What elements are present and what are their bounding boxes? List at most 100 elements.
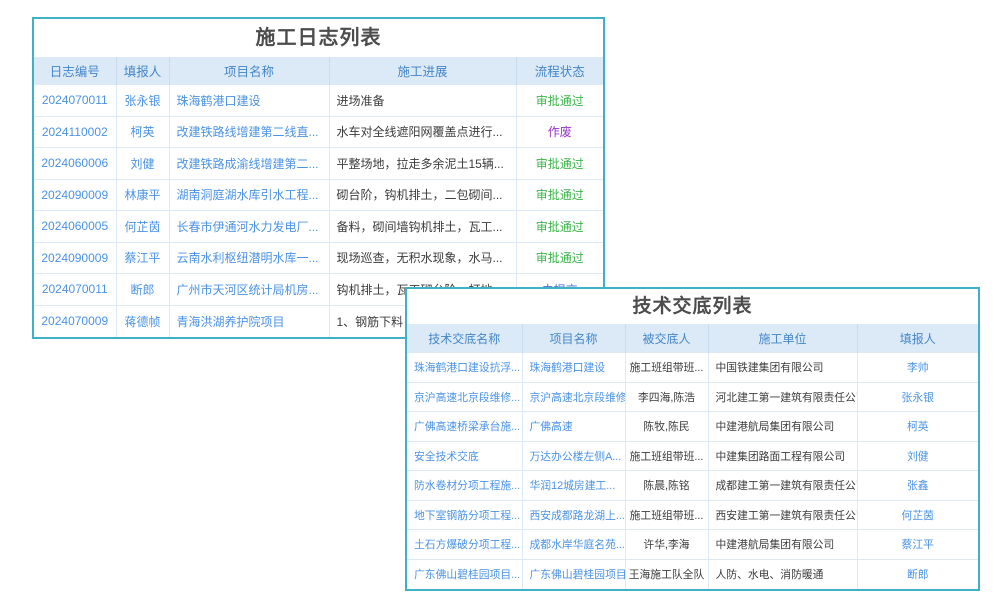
briefed-person-text: 施工班组带班... (625, 353, 708, 383)
progress-text: 进场准备 (329, 85, 516, 117)
disclosure-name-link[interactable]: 珠海鹤港口建设抗浮... (407, 353, 522, 383)
status-badge: 审批通过 (516, 242, 603, 274)
reporter-link[interactable]: 蔡江平 (857, 530, 978, 560)
briefed-person-text: 施工班组带班... (625, 441, 708, 471)
disclosure-name-link[interactable]: 广佛高速桥梁承台施... (407, 412, 522, 442)
project-name-link[interactable]: 改建铁路线增建第二线直... (169, 116, 329, 148)
reporter-link[interactable]: 断郎 (116, 274, 169, 306)
log-id-link[interactable]: 2024070009 (34, 305, 116, 337)
briefed-person-text: 王海施工队全队 (625, 559, 708, 589)
log-id-link[interactable]: 2024070011 (34, 85, 116, 117)
disclosure-name-link[interactable]: 土石方爆破分项工程... (407, 530, 522, 560)
table-row: 2024060005何芷茵长春市伊通河水力发电厂...备料，砌间墙钩机排土，瓦工… (34, 211, 603, 243)
table-header-row: 日志编号 填报人 项目名称 施工进展 流程状态 (34, 57, 603, 85)
project-name-link[interactable]: 珠海鹤港口建设 (522, 353, 625, 383)
progress-text: 备料，砌间墙钩机排土，瓦工... (329, 211, 516, 243)
reporter-link[interactable]: 李帅 (857, 353, 978, 383)
table-row: 广东佛山碧桂园项目...广东佛山碧桂园项目王海施工队全队人防、水电、消防暖通断郎 (407, 559, 978, 589)
project-name-link[interactable]: 华润12城房建工... (522, 471, 625, 501)
project-name-link[interactable]: 珠海鹤港口建设 (169, 85, 329, 117)
briefed-person-text: 施工班组带班... (625, 500, 708, 530)
project-name-link[interactable]: 京沪高速北京段维修 (522, 382, 625, 412)
table-row: 广佛高速桥梁承台施...广佛高速陈牧,陈民中建港航局集团有限公司柯英 (407, 412, 978, 442)
project-name-link[interactable]: 广东佛山碧桂园项目 (522, 559, 625, 589)
project-name-link[interactable]: 云南水利枢纽潜明水库一... (169, 242, 329, 274)
log-id-link[interactable]: 2024090009 (34, 179, 116, 211)
reporter-link[interactable]: 刘健 (116, 148, 169, 180)
column-header-project-name: 项目名称 (522, 324, 625, 353)
project-name-link[interactable]: 广佛高速 (522, 412, 625, 442)
panel-title: 施工日志列表 (34, 19, 603, 57)
reporter-link[interactable]: 柯英 (116, 116, 169, 148)
briefed-person-text: 李四海,陈浩 (625, 382, 708, 412)
disclosure-name-link[interactable]: 地下室钢筋分项工程... (407, 500, 522, 530)
column-header-status: 流程状态 (516, 57, 603, 85)
construction-unit-text: 河北建工第一建筑有限责任公司 (708, 382, 857, 412)
status-badge: 审批通过 (516, 148, 603, 180)
construction-unit-text: 中建集团路面工程有限公司 (708, 441, 857, 471)
briefed-person-text: 陈晨,陈铭 (625, 471, 708, 501)
tech-disclosure-table: 技术交底名称 项目名称 被交底人 施工单位 填报人 珠海鹤港口建设抗浮...珠海… (407, 324, 978, 589)
reporter-link[interactable]: 张永银 (116, 85, 169, 117)
status-badge: 作废 (516, 116, 603, 148)
column-header-disclosure-name: 技术交底名称 (407, 324, 522, 353)
construction-unit-text: 人防、水电、消防暖通 (708, 559, 857, 589)
reporter-link[interactable]: 张鑫 (857, 471, 978, 501)
log-id-link[interactable]: 2024110002 (34, 116, 116, 148)
table-row: 2024090009蔡江平云南水利枢纽潜明水库一...现场巡查，无积水现象，水马… (34, 242, 603, 274)
column-header-reporter: 填报人 (857, 324, 978, 353)
project-name-link[interactable]: 成都水岸华庭名苑... (522, 530, 625, 560)
column-header-construction-unit: 施工单位 (708, 324, 857, 353)
progress-text: 水车对全线遮阳网覆盖点进行... (329, 116, 516, 148)
page-background: { "colors": { "panel_border": "#3fb1c4",… (0, 0, 1000, 600)
briefed-person-text: 陈牧,陈民 (625, 412, 708, 442)
log-id-link[interactable]: 2024060005 (34, 211, 116, 243)
column-header-briefed-person: 被交底人 (625, 324, 708, 353)
table-row: 2024110002柯英改建铁路线增建第二线直...水车对全线遮阳网覆盖点进行.… (34, 116, 603, 148)
progress-text: 砌台阶，钩机排土，二包砌间... (329, 179, 516, 211)
reporter-link[interactable]: 柯英 (857, 412, 978, 442)
reporter-link[interactable]: 张永银 (857, 382, 978, 412)
project-name-link[interactable]: 广州市天河区统计局机房... (169, 274, 329, 306)
construction-unit-text: 中建港航局集团有限公司 (708, 412, 857, 442)
table-row: 2024090009林康平湖南洞庭湖水库引水工程...砌台阶，钩机排土，二包砌间… (34, 179, 603, 211)
column-header-progress: 施工进展 (329, 57, 516, 85)
progress-text: 现场巡查，无积水现象，水马... (329, 242, 516, 274)
reporter-link[interactable]: 蒋德帧 (116, 305, 169, 337)
log-id-link[interactable]: 2024090009 (34, 242, 116, 274)
briefed-person-text: 许华,李海 (625, 530, 708, 560)
tech-disclosure-panel: 技术交底列表 技术交底名称 项目名称 被交底人 施工单位 填报人 珠海鹤港口建设… (405, 287, 980, 591)
reporter-link[interactable]: 刘健 (857, 441, 978, 471)
table-row: 2024060006刘健改建铁路成渝线增建第二...平整场地，拉走多余泥土15辆… (34, 148, 603, 180)
table-row: 安全技术交底万达办公楼左侧A...施工班组带班...中建集团路面工程有限公司刘健 (407, 441, 978, 471)
project-name-link[interactable]: 改建铁路成渝线增建第二... (169, 148, 329, 180)
table-header-row: 技术交底名称 项目名称 被交底人 施工单位 填报人 (407, 324, 978, 353)
table-row: 地下室钢筋分项工程...西安成都路龙湖上...施工班组带班...西安建工第一建筑… (407, 500, 978, 530)
disclosure-name-link[interactable]: 防水卷材分项工程施... (407, 471, 522, 501)
project-name-link[interactable]: 青海洪湖养护院项目 (169, 305, 329, 337)
project-name-link[interactable]: 长春市伊通河水力发电厂... (169, 211, 329, 243)
project-name-link[interactable]: 湖南洞庭湖水库引水工程... (169, 179, 329, 211)
reporter-link[interactable]: 断郎 (857, 559, 978, 589)
reporter-link[interactable]: 林康平 (116, 179, 169, 211)
column-header-reporter: 填报人 (116, 57, 169, 85)
disclosure-name-link[interactable]: 广东佛山碧桂园项目... (407, 559, 522, 589)
progress-text: 平整场地，拉走多余泥土15辆... (329, 148, 516, 180)
construction-unit-text: 中建港航局集团有限公司 (708, 530, 857, 560)
status-badge: 审批通过 (516, 211, 603, 243)
construction-unit-text: 成都建工第一建筑有限责任公司 (708, 471, 857, 501)
construction-unit-text: 中国铁建集团有限公司 (708, 353, 857, 383)
table-row: 土石方爆破分项工程...成都水岸华庭名苑...许华,李海中建港航局集团有限公司蔡… (407, 530, 978, 560)
table-row: 京沪高速北京段维修...京沪高速北京段维修李四海,陈浩河北建工第一建筑有限责任公… (407, 382, 978, 412)
log-id-link[interactable]: 2024060006 (34, 148, 116, 180)
reporter-link[interactable]: 何芷茵 (116, 211, 169, 243)
table-row: 2024070011张永银珠海鹤港口建设进场准备审批通过 (34, 85, 603, 117)
reporter-link[interactable]: 何芷茵 (857, 500, 978, 530)
disclosure-name-link[interactable]: 安全技术交底 (407, 441, 522, 471)
project-name-link[interactable]: 万达办公楼左侧A... (522, 441, 625, 471)
disclosure-name-link[interactable]: 京沪高速北京段维修... (407, 382, 522, 412)
project-name-link[interactable]: 西安成都路龙湖上... (522, 500, 625, 530)
status-badge: 审批通过 (516, 179, 603, 211)
log-id-link[interactable]: 2024070011 (34, 274, 116, 306)
reporter-link[interactable]: 蔡江平 (116, 242, 169, 274)
